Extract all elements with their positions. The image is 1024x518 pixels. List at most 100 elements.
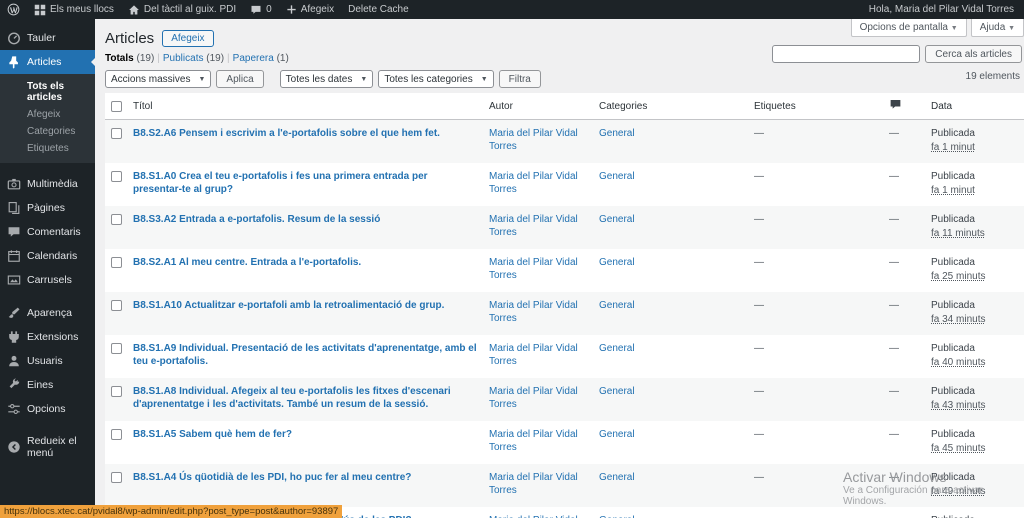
post-date-link[interactable]: fa 1 minut: [931, 141, 975, 154]
category-link[interactable]: General: [599, 343, 635, 354]
sidebar-item-label: Eines: [27, 379, 54, 391]
sidebar-item-extensions[interactable]: Extensions: [0, 325, 95, 349]
apply-button[interactable]: Aplica: [216, 70, 264, 88]
screen-options-button[interactable]: Opcions de pantalla ▼: [850, 19, 967, 37]
sidebar-item-tauler[interactable]: Tauler: [0, 26, 95, 50]
category-link[interactable]: General: [599, 214, 635, 225]
submenu-item[interactable]: Afegeix: [0, 106, 95, 123]
post-title-link[interactable]: B8.S3.A2 Entrada a e-portafolis. Resum d…: [133, 213, 380, 226]
row-checkbox[interactable]: [111, 300, 122, 311]
author-link[interactable]: Maria del Pilar Vidal Torres: [489, 257, 578, 281]
post-title-link[interactable]: B8.S2.A6 Pensem i escrivim a l'e-portafo…: [133, 127, 440, 140]
add-post-button[interactable]: Afegeix: [162, 30, 214, 47]
author-link[interactable]: Maria del Pilar Vidal Torres: [489, 429, 578, 453]
post-title-link[interactable]: B8.S1.A5 Sabem què hem de fer?: [133, 428, 292, 441]
admin-bar-item-my-sites[interactable]: Els meus llocs: [27, 0, 121, 19]
view-filter-count: (19): [136, 53, 155, 64]
author-link[interactable]: Maria del Pilar Vidal Torres: [489, 472, 578, 496]
author-link[interactable]: Maria del Pilar Vidal Torres: [489, 343, 578, 367]
view-filter-publicats[interactable]: Publicats (19): [163, 53, 224, 64]
category-link[interactable]: General: [599, 257, 635, 268]
sidebar-item-carrusels[interactable]: Carrusels: [0, 268, 95, 292]
post-date-link[interactable]: fa 43 minuts: [931, 399, 985, 412]
chevron-down-icon: ▼: [480, 75, 488, 83]
views-separator: |: [157, 53, 160, 64]
sidebar-item-pagines[interactable]: Pàgines: [0, 196, 95, 220]
post-date-link[interactable]: fa 45 minuts: [931, 442, 985, 455]
post-date-link[interactable]: fa 34 minuts: [931, 313, 985, 326]
post-title-link[interactable]: B8.S1.A4 Ús qüotidià de les PDI, ho puc …: [133, 471, 411, 484]
admin-bar-item-new-content[interactable]: Afegeix: [279, 0, 341, 19]
post-date-link[interactable]: fa 25 minuts: [931, 270, 985, 283]
row-checkbox[interactable]: [111, 472, 122, 483]
sidebar-item-eines[interactable]: Eines: [0, 373, 95, 397]
post-title-link[interactable]: B8.S1.A8 Individual. Afegeix al teu e-po…: [133, 385, 477, 411]
post-title-link[interactable]: B8.S2.A1 Al meu centre. Entrada a l'e-po…: [133, 256, 361, 269]
select-all-checkbox[interactable]: [111, 101, 122, 112]
submenu-item[interactable]: Etiquetes: [0, 140, 95, 157]
tags-cell: —: [754, 472, 764, 483]
column-header-date[interactable]: Data: [925, 93, 1024, 120]
row-checkbox[interactable]: [111, 386, 122, 397]
admin-bar-greeting[interactable]: Hola, Maria del Pilar Vidal Torres: [869, 4, 1024, 15]
dates-filter-select[interactable]: Totes les dates ▼: [279, 70, 374, 88]
post-date-link[interactable]: fa 1 minut: [931, 184, 975, 197]
admin-bar-item-comments[interactable]: 0: [243, 0, 279, 19]
column-header-title[interactable]: Títol: [127, 93, 483, 120]
post-title-link[interactable]: B8.S1.A9 Individual. Presentació de les …: [133, 342, 477, 368]
category-link[interactable]: General: [599, 429, 635, 440]
author-link[interactable]: Maria del Pilar Vidal Torres: [489, 386, 578, 410]
calendar-icon: [7, 249, 21, 263]
search-posts-button[interactable]: Cerca als articles: [925, 45, 1022, 63]
sidebar-item-calendaris[interactable]: Calendaris: [0, 244, 95, 268]
post-title-link[interactable]: B8.S1.A0 Crea el teu e-portafolis i fes …: [133, 170, 477, 196]
view-filter-paperera[interactable]: Paperera (1): [233, 53, 289, 64]
filter-button[interactable]: Filtra: [498, 70, 541, 88]
admin-bar-item-label: Afegeix: [300, 4, 335, 15]
post-title-link[interactable]: B8.S1.A10 Actualitzar e-portafoli amb la…: [133, 299, 444, 312]
admin-bar-item-site-name[interactable]: Del tàctil al guix. PDI: [121, 0, 243, 19]
search-input[interactable]: [772, 45, 921, 63]
row-checkbox[interactable]: [111, 429, 122, 440]
category-link[interactable]: General: [599, 472, 635, 483]
bulk-actions-select[interactable]: Accions massives ▼: [105, 70, 212, 88]
sidebar-item-usuaris[interactable]: Usuaris: [0, 349, 95, 373]
bulk-actions-label: Accions massives: [111, 73, 191, 85]
tags-cell: —: [754, 300, 764, 311]
category-link[interactable]: General: [599, 128, 635, 139]
author-link[interactable]: Maria del Pilar Vidal Torres: [489, 214, 578, 238]
sidebar-item-label: Redueix el menú: [27, 435, 77, 459]
sidebar-item-aparenca[interactable]: Aparença: [0, 301, 95, 325]
screen-options-label: Opcions de pantalla: [859, 22, 948, 33]
view-filter-totals[interactable]: Totals (19): [105, 53, 154, 64]
admin-bar-item-delete-cache[interactable]: Delete Cache: [341, 0, 416, 19]
author-link[interactable]: Maria del Pilar Vidal Torres: [489, 128, 578, 152]
sidebar-item-multimedia[interactable]: Multimèdia: [0, 172, 95, 196]
author-link[interactable]: Maria del Pilar Vidal Torres: [489, 171, 578, 195]
row-checkbox[interactable]: [111, 214, 122, 225]
sites-grid-icon: [34, 4, 46, 16]
category-link[interactable]: General: [599, 171, 635, 182]
submenu-item[interactable]: Tots els articles: [0, 78, 95, 106]
sidebar-item-collapse[interactable]: Redueix el menú: [0, 430, 95, 464]
row-checkbox[interactable]: [111, 171, 122, 182]
admin-bar-item-wp-logo[interactable]: [0, 0, 27, 19]
author-link[interactable]: Maria del Pilar Vidal Torres: [489, 300, 578, 324]
categories-filter-select[interactable]: Totes les categories ▼: [378, 70, 494, 88]
post-date-link[interactable]: fa 40 minuts: [931, 356, 985, 369]
row-checkbox[interactable]: [111, 128, 122, 139]
row-checkbox[interactable]: [111, 257, 122, 268]
sidebar-item-comentaris[interactable]: Comentaris: [0, 220, 95, 244]
sidebar-item-articles[interactable]: Articles: [0, 50, 95, 74]
sidebar-item-opcions[interactable]: Opcions: [0, 397, 95, 421]
category-link[interactable]: General: [599, 300, 635, 311]
post-date-link[interactable]: fa 49 minuts: [931, 485, 985, 498]
row-checkbox[interactable]: [111, 343, 122, 354]
admin-bar: Els meus llocs Del tàctil al guix. PDI 0 Af…: [0, 0, 1024, 19]
submenu-item[interactable]: Categories: [0, 123, 95, 140]
post-date-link[interactable]: fa 11 minuts: [931, 227, 985, 240]
sidebar-item-label: Opcions: [27, 403, 66, 415]
help-button[interactable]: Ajuda ▼: [970, 19, 1024, 37]
main-content: Opcions de pantalla ▼ Ajuda ▼ Articles A…: [95, 19, 1024, 518]
category-link[interactable]: General: [599, 386, 635, 397]
